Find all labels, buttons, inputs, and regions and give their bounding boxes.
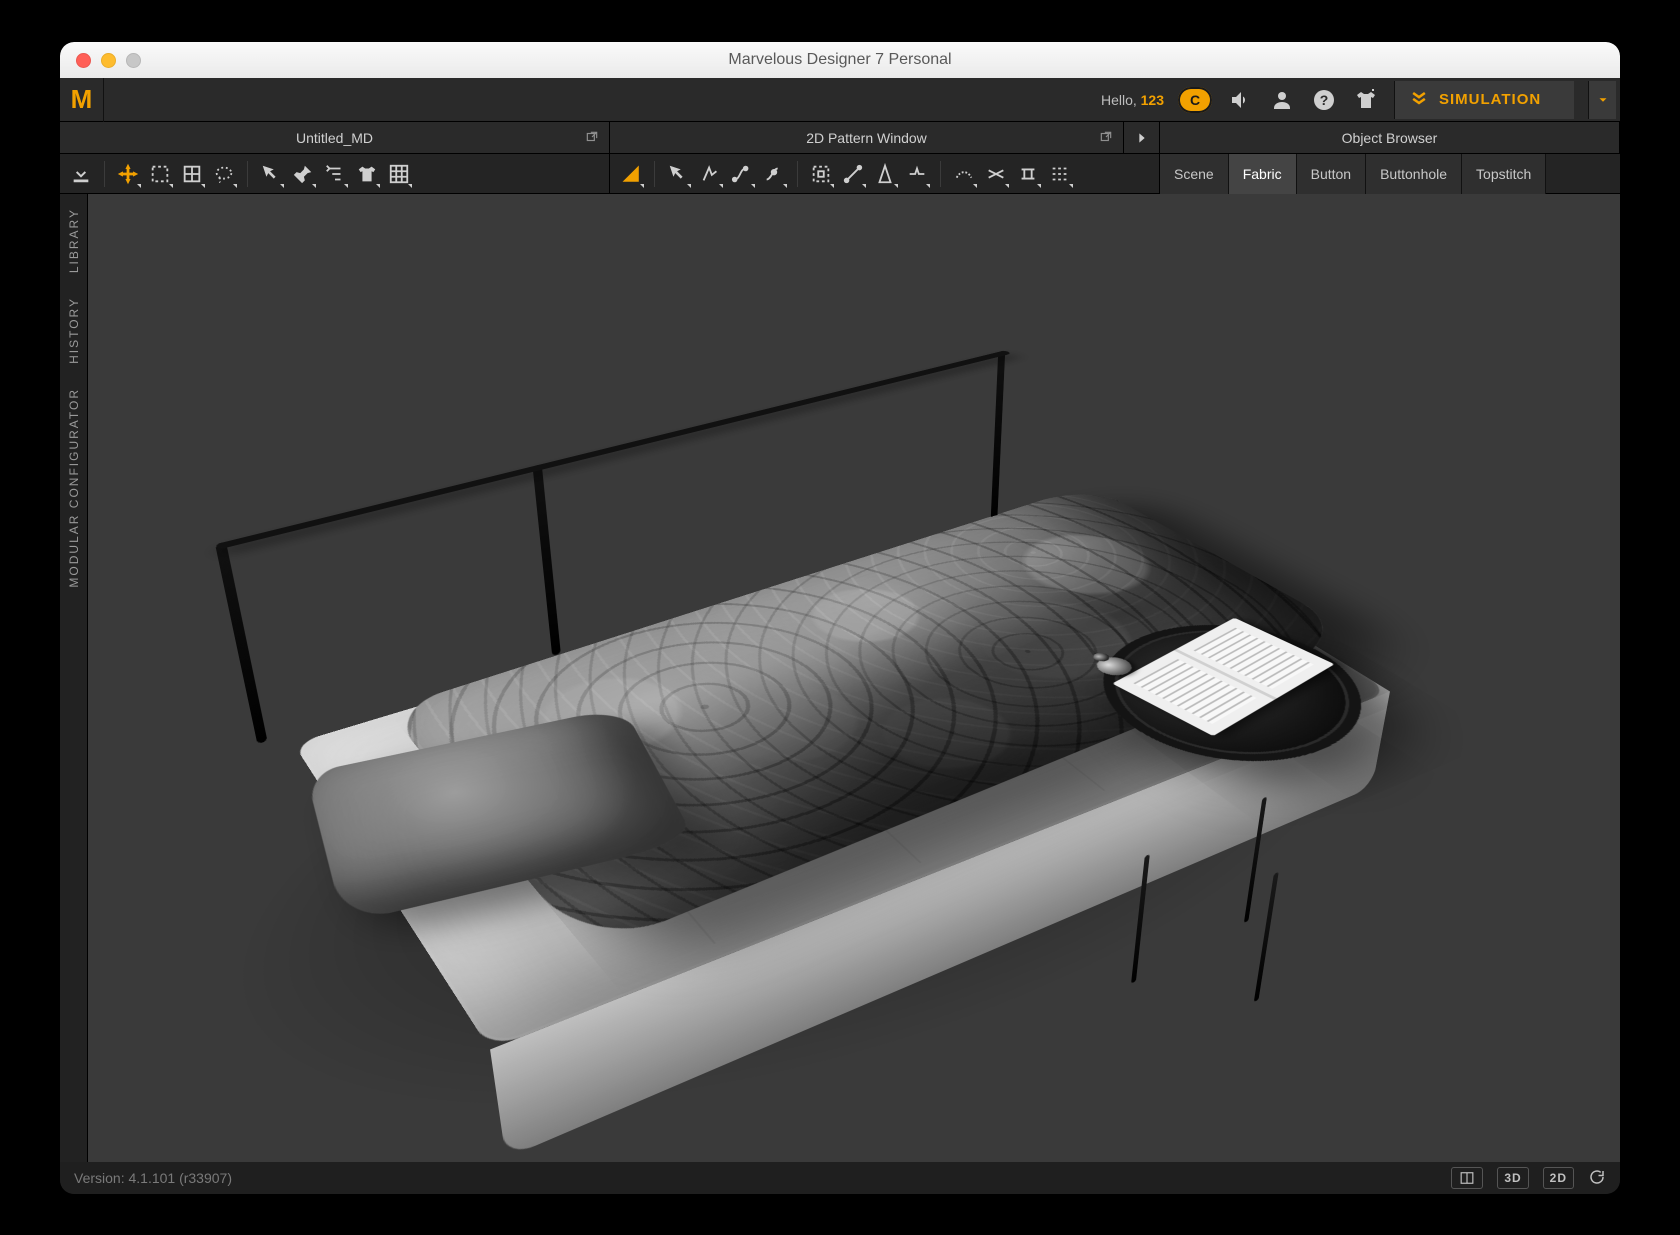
- lasso-tool[interactable]: [209, 158, 239, 190]
- mode-label: SIMULATION: [1439, 91, 1541, 108]
- scene-bed-rail: [215, 350, 1012, 549]
- tab-object-browser[interactable]: Object Browser: [1160, 122, 1620, 153]
- toolbar-3d: [60, 154, 610, 193]
- mode-dropdown[interactable]: [1588, 81, 1616, 119]
- app-window: Marvelous Designer 7 Personal M Hello, 1…: [60, 42, 1620, 1194]
- view-2d-button[interactable]: 2D: [1543, 1167, 1574, 1189]
- traffic-light-zoom[interactable]: [126, 53, 141, 68]
- segment-sewing-tool[interactable]: [1013, 158, 1043, 190]
- popout-icon[interactable]: [1099, 130, 1113, 144]
- sidebar-library[interactable]: LIBRARY: [67, 208, 81, 273]
- chevron-double-down-icon: [1409, 88, 1429, 112]
- refresh-icon[interactable]: [1588, 1168, 1606, 1189]
- mode-simulation-button[interactable]: SIMULATION: [1394, 81, 1574, 119]
- internal-polygon-tool[interactable]: [806, 158, 836, 190]
- select-point-tool[interactable]: [663, 158, 693, 190]
- tab-forward-button[interactable]: [1124, 122, 1160, 153]
- free-sewing-tool[interactable]: [981, 158, 1011, 190]
- left-sidebar: LIBRARY HISTORY MODULAR CONFIGURATOR: [60, 194, 88, 1162]
- toolbar-row: Scene Fabric Button Buttonhole Topstitch: [60, 154, 1620, 194]
- tab-2d-label: 2D Pattern Window: [806, 130, 927, 146]
- layout-toggle-button[interactable]: [1451, 1167, 1483, 1189]
- help-icon[interactable]: ?: [1310, 86, 1338, 114]
- greeting-prefix: Hello,: [1101, 92, 1141, 108]
- import-down-icon[interactable]: [66, 158, 96, 190]
- window-title: Marvelous Designer 7 Personal: [60, 51, 1620, 69]
- select-move-tool[interactable]: [113, 158, 143, 190]
- viewport-3d[interactable]: [88, 194, 1620, 1162]
- status-bar: Version: 4.1.101 (r33907) 3D 2D: [60, 1162, 1620, 1194]
- sound-icon[interactable]: [1226, 86, 1254, 114]
- cloud-sync-button[interactable]: C: [1178, 87, 1212, 113]
- subtab-fabric[interactable]: Fabric: [1229, 154, 1297, 194]
- app-header: M Hello, 123 C ?: [60, 78, 1620, 122]
- traffic-light-minimize[interactable]: [101, 53, 116, 68]
- tab-object-label: Object Browser: [1342, 130, 1438, 146]
- user-greeting: Hello, 123: [1101, 92, 1164, 108]
- seam-tool[interactable]: [949, 158, 979, 190]
- popout-icon[interactable]: [585, 130, 599, 144]
- svg-text:?: ?: [1320, 92, 1329, 108]
- subtab-buttonhole[interactable]: Buttonhole: [1366, 154, 1462, 194]
- dart-tool[interactable]: [870, 158, 900, 190]
- username: 123: [1141, 92, 1164, 108]
- tab-3d-label: Untitled_MD: [296, 130, 373, 146]
- sidebar-modular[interactable]: MODULAR CONFIGURATOR: [67, 388, 81, 588]
- avatar-tape-tool[interactable]: [352, 158, 382, 190]
- tab-2d-pattern[interactable]: 2D Pattern Window: [610, 122, 1124, 153]
- select-mesh-tool[interactable]: [177, 158, 207, 190]
- pin-tool[interactable]: [288, 158, 318, 190]
- app-logo: M: [60, 78, 104, 122]
- edit-curve-tool[interactable]: [727, 158, 757, 190]
- subtab-topstitch[interactable]: Topstitch: [1462, 154, 1546, 194]
- viewport-scene: [88, 194, 1620, 1162]
- panel-tab-row: Untitled_MD 2D Pattern Window Object Bro…: [60, 122, 1620, 154]
- internal-line-tool[interactable]: [838, 158, 868, 190]
- traffic-light-close[interactable]: [76, 53, 91, 68]
- notch-tool[interactable]: [902, 158, 932, 190]
- scene-mattress: [293, 505, 1390, 1049]
- select-rect-tool[interactable]: [145, 158, 175, 190]
- edit-pivot-tool[interactable]: [256, 158, 286, 190]
- edit-pattern-tool[interactable]: [695, 158, 725, 190]
- user-icon[interactable]: [1268, 86, 1296, 114]
- subtab-scene[interactable]: Scene: [1160, 154, 1229, 194]
- toolbar-2d: [610, 154, 1160, 193]
- arrange-tool[interactable]: [320, 158, 350, 190]
- subtab-button[interactable]: Button: [1297, 154, 1366, 194]
- polygon-tool[interactable]: [616, 158, 646, 190]
- tab-3d-garment[interactable]: Untitled_MD: [60, 122, 610, 153]
- add-point-tool[interactable]: [759, 158, 789, 190]
- object-browser-subtabs: Scene Fabric Button Buttonhole Topstitch: [1160, 154, 1620, 193]
- texture-tool[interactable]: [384, 158, 414, 190]
- version-text: Version: 4.1.101 (r33907): [74, 1170, 232, 1186]
- titlebar: Marvelous Designer 7 Personal: [60, 42, 1620, 78]
- scene-side-table: [1043, 735, 1388, 936]
- view-3d-button[interactable]: 3D: [1497, 1167, 1528, 1189]
- fold-tool[interactable]: [1045, 158, 1075, 190]
- sidebar-history[interactable]: HISTORY: [67, 297, 81, 364]
- garment-add-icon[interactable]: [1352, 86, 1380, 114]
